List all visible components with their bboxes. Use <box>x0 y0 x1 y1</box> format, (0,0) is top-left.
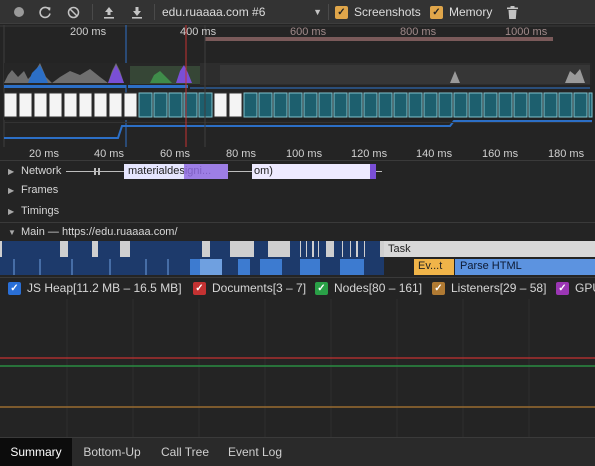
download-icon[interactable] <box>128 3 146 21</box>
ruler-tick: 180 ms <box>548 148 585 160</box>
gpu-label: GPU <box>575 281 595 295</box>
parse-html-block[interactable]: Parse HTML <box>460 260 522 272</box>
timeline-overview[interactable]: 200 ms 400 ms 600 ms 800 ms 1000 ms <box>0 25 595 147</box>
ruler-tick: 120 ms <box>351 148 388 160</box>
network-whisker <box>376 171 382 172</box>
checkbox-icon: ✓ <box>335 5 348 19</box>
memory-label: Memory <box>449 5 493 19</box>
ruler-tick: 20 ms <box>29 148 59 160</box>
track-frames-label: Frames <box>21 184 59 196</box>
record-icon[interactable] <box>10 3 28 21</box>
memory-overview <box>4 25 592 147</box>
checkbox-icon: ✓ <box>432 281 445 295</box>
listeners-label: Listeners[29 – 58] <box>451 281 547 295</box>
track-timings[interactable]: ▶ Timings <box>8 205 59 217</box>
profile-select[interactable]: edu.ruaaaa.com #6 ▼ <box>162 3 322 21</box>
ruler-tick: 100 ms <box>286 148 323 160</box>
flame-chart[interactable]: ▶ Network materialdesigni... om) ▶ Frame… <box>0 162 595 277</box>
network-tick <box>98 168 100 175</box>
task-block[interactable]: Task <box>388 243 411 255</box>
screenshots-label: Screenshots <box>354 5 421 19</box>
network-tick <box>94 168 96 175</box>
triangle-right-icon: ▶ <box>8 206 15 216</box>
memory-checkbox[interactable]: ✓ Memory <box>430 5 492 19</box>
checkbox-icon: ✓ <box>193 281 206 295</box>
overview-tick: 600 ms <box>290 26 327 38</box>
triangle-right-icon: ▶ <box>8 166 15 176</box>
tab-bottom-up[interactable]: Bottom-Up <box>74 438 150 466</box>
network-request[interactable]: om) <box>252 164 376 179</box>
network-request-bar <box>184 164 228 179</box>
triangle-right-icon: ▶ <box>8 185 15 195</box>
screenshots-checkbox[interactable]: ✓ Screenshots <box>335 5 421 19</box>
reload-icon[interactable] <box>36 3 54 21</box>
overview-tick: 400 ms <box>180 26 217 38</box>
time-ruler: 20 ms 40 ms 60 ms 80 ms 100 ms 120 ms 14… <box>0 147 595 161</box>
nodes-label: Nodes[80 – 161] <box>334 281 423 295</box>
upload-icon[interactable] <box>100 3 118 21</box>
overview-tick: 800 ms <box>400 26 437 38</box>
toolbar-divider <box>328 4 329 20</box>
track-timings-label: Timings <box>21 205 60 217</box>
track-main[interactable]: ▼ Main — https://edu.ruaaaa.com/ <box>8 226 178 238</box>
nodes-toggle[interactable]: ✓ Nodes[80 – 161] <box>315 281 422 295</box>
listeners-toggle[interactable]: ✓ Listeners[29 – 58] <box>432 281 546 295</box>
trash-icon[interactable] <box>503 3 521 21</box>
toolbar-divider <box>154 4 155 20</box>
ruler-tick: 160 ms <box>482 148 519 160</box>
details-tabs: Summary Bottom-Up Call Tree Event Log <box>0 437 595 466</box>
checkbox-icon: ✓ <box>430 5 443 19</box>
clear-icon[interactable] <box>64 3 82 21</box>
network-request-label: om) <box>254 165 273 177</box>
ruler-tick: 60 ms <box>160 148 190 160</box>
network-whisker <box>66 171 126 172</box>
overview-tick: 200 ms <box>70 26 107 38</box>
event-block[interactable]: Ev...t <box>418 260 442 272</box>
track-main-label: Main — https://edu.ruaaaa.com/ <box>21 226 178 238</box>
checkbox-icon: ✓ <box>556 281 569 295</box>
network-whisker <box>228 171 252 172</box>
ruler-tick: 80 ms <box>226 148 256 160</box>
ruler-tick: 40 ms <box>94 148 124 160</box>
checkbox-icon: ✓ <box>8 281 21 295</box>
tab-summary[interactable]: Summary <box>0 438 72 466</box>
overview-tick: 1000 ms <box>505 26 548 38</box>
js-heap-label: JS Heap[11.2 MB – 16.5 MB] <box>27 281 182 295</box>
chevron-down-icon: ▼ <box>313 7 322 17</box>
track-frames[interactable]: ▶ Frames <box>8 184 58 196</box>
ruler-tick: 140 ms <box>416 148 453 160</box>
js-heap-toggle[interactable]: ✓ JS Heap[11.2 MB – 16.5 MB] <box>8 281 182 295</box>
track-network-label: Network <box>21 165 62 177</box>
documents-label: Documents[3 – 7] <box>212 281 307 295</box>
gpu-toggle[interactable]: ✓ GPU <box>556 281 595 295</box>
checkbox-icon: ✓ <box>315 281 328 295</box>
tab-call-tree[interactable]: Call Tree <box>152 438 218 466</box>
toolbar: edu.ruaaaa.com #6 ▼ ✓ Screenshots ✓ Memo… <box>0 0 595 24</box>
documents-toggle[interactable]: ✓ Documents[3 – 7] <box>193 281 306 295</box>
counters-legend: ✓ JS Heap[11.2 MB – 16.5 MB] ✓ Documents… <box>0 277 595 298</box>
tab-event-log[interactable]: Event Log <box>220 438 290 466</box>
toolbar-divider <box>92 4 93 20</box>
counters-graph <box>0 299 595 437</box>
profile-select-value: edu.ruaaaa.com #6 <box>162 5 266 19</box>
triangle-down-icon: ▼ <box>8 227 16 237</box>
track-divider <box>0 222 595 223</box>
track-network[interactable]: ▶ Network <box>8 165 61 177</box>
